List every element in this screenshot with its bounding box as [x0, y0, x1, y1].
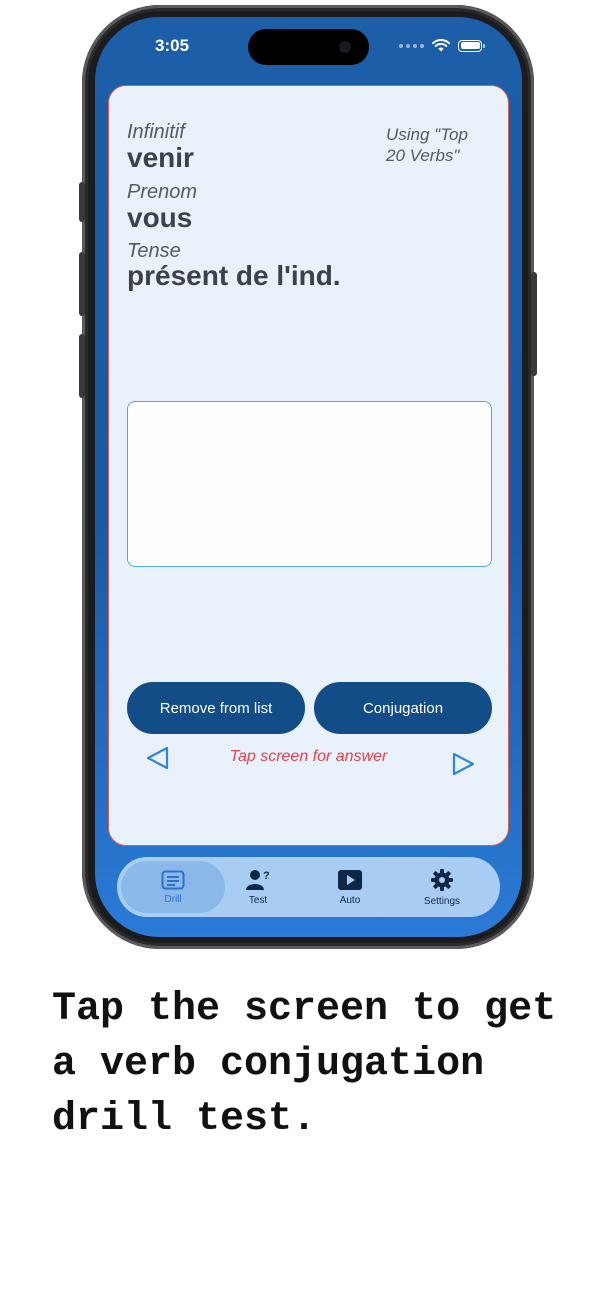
cellular-signal-icon [399, 43, 424, 48]
volume-down-button [79, 334, 85, 398]
remove-from-list-button[interactable]: Remove from list [127, 682, 305, 734]
wifi-icon [432, 39, 450, 52]
battery-icon [458, 39, 485, 52]
tab-label: Test [248, 894, 268, 906]
tab-label: Settings [423, 895, 461, 907]
power-button [531, 272, 537, 376]
list-card-icon [161, 870, 185, 889]
verb-list-info: Using "Top 20 Verbs" [386, 125, 468, 165]
phone-screen: 3:05 Infinitif venir Prenom vous Tense p… [95, 17, 522, 937]
tab-auto[interactable]: Auto [307, 861, 393, 913]
caption-text: Tap the screen to get a verb conjugation… [52, 987, 557, 1142]
svg-text:?: ? [263, 870, 270, 882]
status-icons [399, 39, 485, 52]
next-arrow-icon[interactable] [449, 750, 477, 778]
answer-box[interactable] [127, 401, 492, 567]
tab-test[interactable]: ? Test [215, 861, 301, 913]
person-question-icon: ? [246, 869, 270, 890]
volume-up-button [79, 252, 85, 316]
tab-label: Auto [339, 894, 361, 906]
action-button [79, 182, 85, 222]
tab-drill[interactable]: Drill [121, 861, 225, 913]
status-time: 3:05 [155, 36, 190, 55]
tab-settings[interactable]: Settings [399, 861, 485, 913]
gear-icon [431, 868, 453, 891]
conjugation-button[interactable]: Conjugation [314, 682, 492, 734]
pronoun-label: Prenom [127, 181, 198, 203]
infinitive-value: venir [127, 142, 194, 173]
dynamic-island [248, 29, 369, 65]
pronoun-value: vous [127, 202, 193, 233]
tense-value: présent de l'ind. [127, 260, 341, 291]
tab-label: Drill [164, 893, 182, 905]
drill-card[interactable]: Infinitif venir Prenom vous Tense présen… [108, 85, 509, 846]
play-icon [338, 869, 362, 890]
infinitive-label: Infinitif [127, 121, 185, 143]
tab-bar: Drill ? Test Auto Settings [117, 857, 500, 917]
